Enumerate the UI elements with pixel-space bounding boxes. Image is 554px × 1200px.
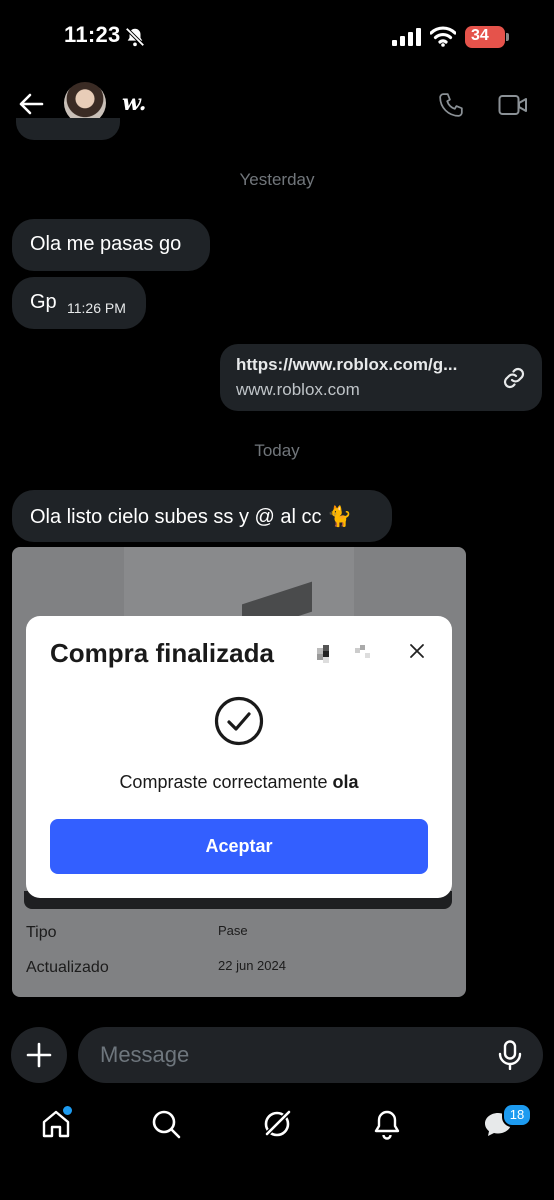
cellular-signal-icon	[392, 28, 421, 46]
link-url[interactable]: https://www.roblox.com/g...	[236, 355, 457, 375]
notifications-bell-icon[interactable]	[371, 1108, 403, 1140]
link-preview-bubble[interactable]: https://www.roblox.com/g... www.roblox.c…	[220, 344, 542, 411]
battery-indicator: 34	[465, 26, 505, 48]
message-timestamp: 11:26 PM	[67, 300, 126, 316]
back-arrow-icon[interactable]	[18, 92, 44, 116]
dialog-message-item: ola	[332, 772, 359, 792]
pixelated-logo	[317, 645, 370, 663]
battery-cap	[506, 33, 509, 41]
status-time: 11:23	[64, 22, 121, 47]
video-call-icon[interactable]	[498, 94, 528, 116]
plus-icon	[26, 1042, 52, 1068]
previous-message-bubble	[16, 118, 120, 140]
message-bubble[interactable]: Gp 11:26 PM	[12, 277, 146, 329]
message-bubble[interactable]: Ola listo cielo subes ss y @ al cc 🐈	[12, 490, 392, 542]
add-attachment-button[interactable]	[11, 1027, 67, 1083]
dialog-message: Compraste correctamente ola	[26, 772, 452, 793]
info-label-actualizado: Actualizado	[26, 959, 109, 976]
date-separator-today: Today	[254, 441, 300, 460]
date-separator-yesterday: Yesterday	[239, 170, 315, 189]
info-value-actualizado: 22 jun 2024	[218, 958, 286, 973]
link-domain: www.roblox.com	[236, 380, 360, 399]
message-text: Gp	[30, 291, 57, 313]
battery-level: 34	[471, 27, 489, 44]
message-input-placeholder: Message	[100, 1042, 190, 1067]
info-value-tipo: Pase	[218, 923, 248, 938]
messages-count-badge: 18	[502, 1103, 532, 1127]
contact-name[interactable]: w.	[122, 90, 146, 116]
dialog-title: Compra finalizada	[50, 638, 274, 668]
search-icon[interactable]	[150, 1108, 182, 1140]
wifi-icon	[430, 26, 456, 47]
grok-icon[interactable]	[261, 1108, 293, 1140]
bell-off-icon	[125, 27, 145, 47]
message-bubble[interactable]: Ola me pasas go	[12, 219, 210, 271]
home-notification-dot	[61, 1104, 74, 1117]
check-circle-icon	[214, 696, 264, 746]
info-label-tipo: Tipo	[26, 924, 57, 941]
microphone-icon[interactable]	[496, 1040, 524, 1070]
phone-call-icon[interactable]	[438, 92, 464, 118]
link-icon	[503, 367, 525, 389]
message-input[interactable]: Message	[78, 1027, 543, 1083]
accept-button: Aceptar	[50, 819, 428, 874]
close-icon	[410, 644, 424, 658]
dialog-message-text: Compraste correctamente	[119, 772, 333, 792]
card-image	[124, 547, 354, 627]
purchase-complete-dialog: Compra finalizada Compraste correctament…	[26, 616, 452, 898]
message-text: Ola listo cielo subes ss y @ al cc 🐈	[30, 506, 352, 528]
message-text: Ola me pasas go	[30, 233, 182, 255]
